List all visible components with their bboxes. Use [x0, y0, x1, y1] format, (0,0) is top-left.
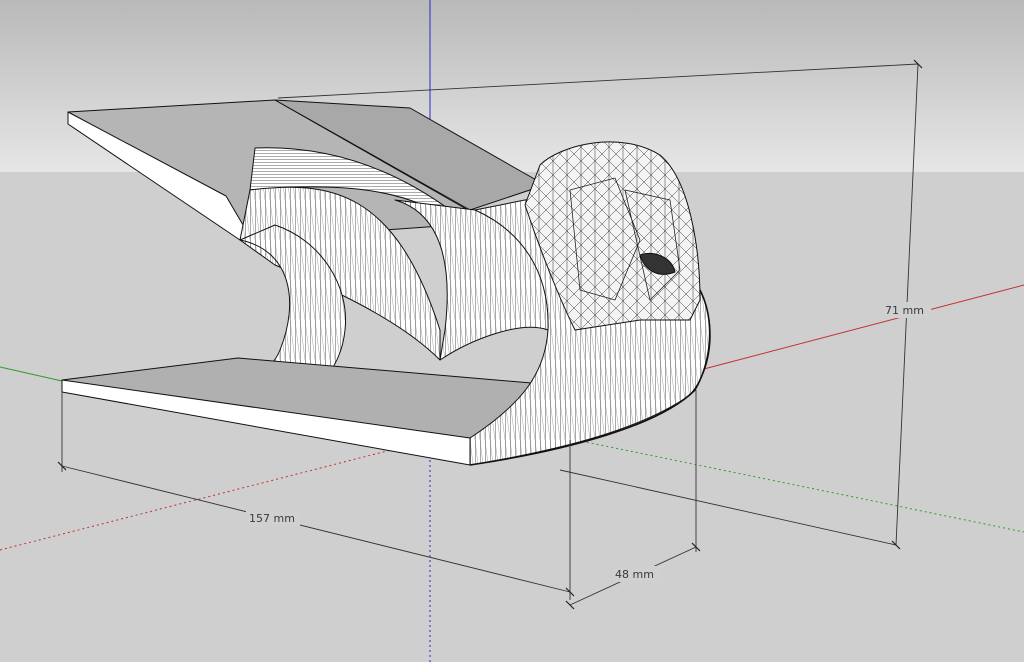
dim-label-height[interactable]: 71 mm [885, 304, 924, 317]
dim-label-depth[interactable]: 48 mm [615, 568, 654, 581]
model-scene[interactable]: 157 mm 48 mm 71 mm [0, 0, 1024, 662]
3d-viewport[interactable]: 157 mm 48 mm 71 mm [0, 0, 1024, 662]
dim-label-length[interactable]: 157 mm [249, 512, 295, 525]
